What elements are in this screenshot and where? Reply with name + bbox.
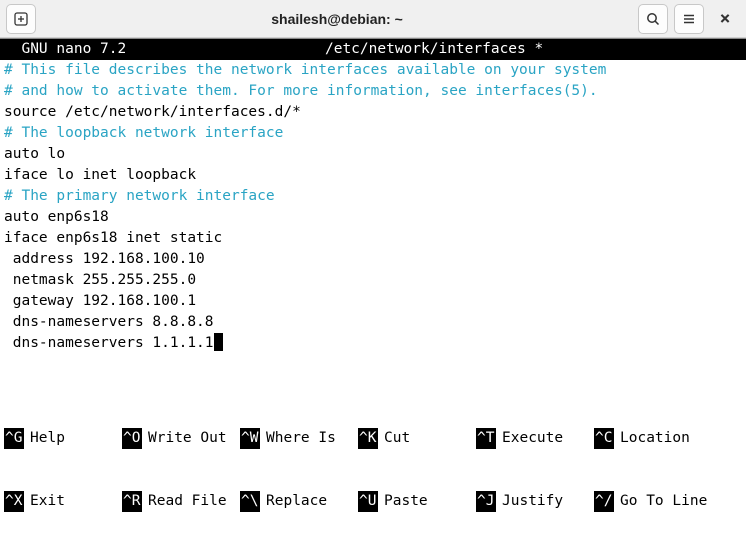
shortcut-row: ^G Help ^O Write Out ^W Where Is ^K Cut ^T Execut… — [4, 428, 742, 449]
shortcut-label: Help — [30, 428, 65, 449]
editor-line: auto enp6s18 — [4, 207, 742, 228]
shortcut-key: ^J — [476, 491, 496, 512]
shortcut-key: ^/ — [594, 491, 614, 512]
editor-line: dns-nameservers 1.1.1.1 — [4, 333, 742, 354]
shortcut: ^/ Go To Line — [594, 491, 707, 512]
editor-body[interactable]: # This file describes the network interf… — [0, 60, 746, 386]
shortcut-label: Execute — [502, 428, 563, 449]
shortcut-row: ^X Exit ^R Read File ^\ Replace ^U Paste ^J Justi… — [4, 491, 742, 512]
search-button[interactable] — [638, 4, 668, 34]
close-icon: × — [720, 8, 731, 29]
window-titlebar: shailesh@debian: ~ × — [0, 0, 746, 38]
editor-line: address 192.168.100.10 — [4, 249, 742, 270]
window-title: shailesh@debian: ~ — [42, 11, 632, 27]
search-icon — [645, 11, 661, 27]
shortcut: ^U Paste — [358, 491, 476, 512]
shortcut-label: Paste — [384, 491, 428, 512]
editor-line: source /etc/network/interfaces.d/* — [4, 102, 742, 123]
shortcut-label: Justify — [502, 491, 563, 512]
editor-line: auto lo — [4, 144, 742, 165]
shortcut: ^W Where Is — [240, 428, 358, 449]
nano-footer: ^G Help ^O Write Out ^W Where Is ^K Cut ^T Execut… — [0, 386, 746, 556]
shortcut-key: ^W — [240, 428, 260, 449]
close-button[interactable]: × — [710, 4, 740, 34]
shortcut-label: Cut — [384, 428, 410, 449]
menu-button[interactable] — [674, 4, 704, 34]
shortcut-key: ^U — [358, 491, 378, 512]
shortcut: ^G Help — [4, 428, 122, 449]
shortcut-key: ^K — [358, 428, 378, 449]
shortcut-label: Write Out — [148, 428, 227, 449]
editor-line: # This file describes the network interf… — [4, 60, 742, 81]
shortcut-key: ^O — [122, 428, 142, 449]
new-tab-icon — [13, 11, 29, 27]
hamburger-icon — [681, 11, 697, 27]
shortcut-key: ^C — [594, 428, 614, 449]
shortcut-label: Read File — [148, 491, 227, 512]
shortcut: ^C Location — [594, 428, 690, 449]
editor-line: iface enp6s18 inet static — [4, 228, 742, 249]
shortcut-key: ^R — [122, 491, 142, 512]
editor-line: gateway 192.168.100.1 — [4, 291, 742, 312]
nano-file-path: /etc/network/interfaces * — [126, 39, 742, 60]
shortcut-key: ^\ — [240, 491, 260, 512]
shortcut-label: Exit — [30, 491, 65, 512]
nano-app-name: GNU nano 7.2 — [4, 39, 126, 60]
shortcut: ^K Cut — [358, 428, 476, 449]
shortcut-label: Replace — [266, 491, 327, 512]
terminal[interactable]: GNU nano 7.2 /etc/network/interfaces * #… — [0, 38, 746, 556]
shortcut-key: ^G — [4, 428, 24, 449]
editor-line: # The loopback network interface — [4, 123, 742, 144]
shortcut: ^\ Replace — [240, 491, 358, 512]
shortcut: ^O Write Out — [122, 428, 240, 449]
editor-line: dns-nameservers 8.8.8.8 — [4, 312, 742, 333]
shortcut: ^X Exit — [4, 491, 122, 512]
shortcut-label: Where Is — [266, 428, 336, 449]
editor-line: # and how to activate them. For more inf… — [4, 81, 742, 102]
text-cursor — [214, 333, 223, 351]
shortcut-label: Location — [620, 428, 690, 449]
shortcut: ^J Justify — [476, 491, 594, 512]
shortcut-key: ^X — [4, 491, 24, 512]
editor-line: # The primary network interface — [4, 186, 742, 207]
new-tab-button[interactable] — [6, 4, 36, 34]
shortcut: ^T Execute — [476, 428, 594, 449]
editor-line: netmask 255.255.255.0 — [4, 270, 742, 291]
editor-line: iface lo inet loopback — [4, 165, 742, 186]
shortcut-key: ^T — [476, 428, 496, 449]
shortcut-label: Go To Line — [620, 491, 707, 512]
nano-header: GNU nano 7.2 /etc/network/interfaces * — [0, 39, 746, 60]
shortcut: ^R Read File — [122, 491, 240, 512]
